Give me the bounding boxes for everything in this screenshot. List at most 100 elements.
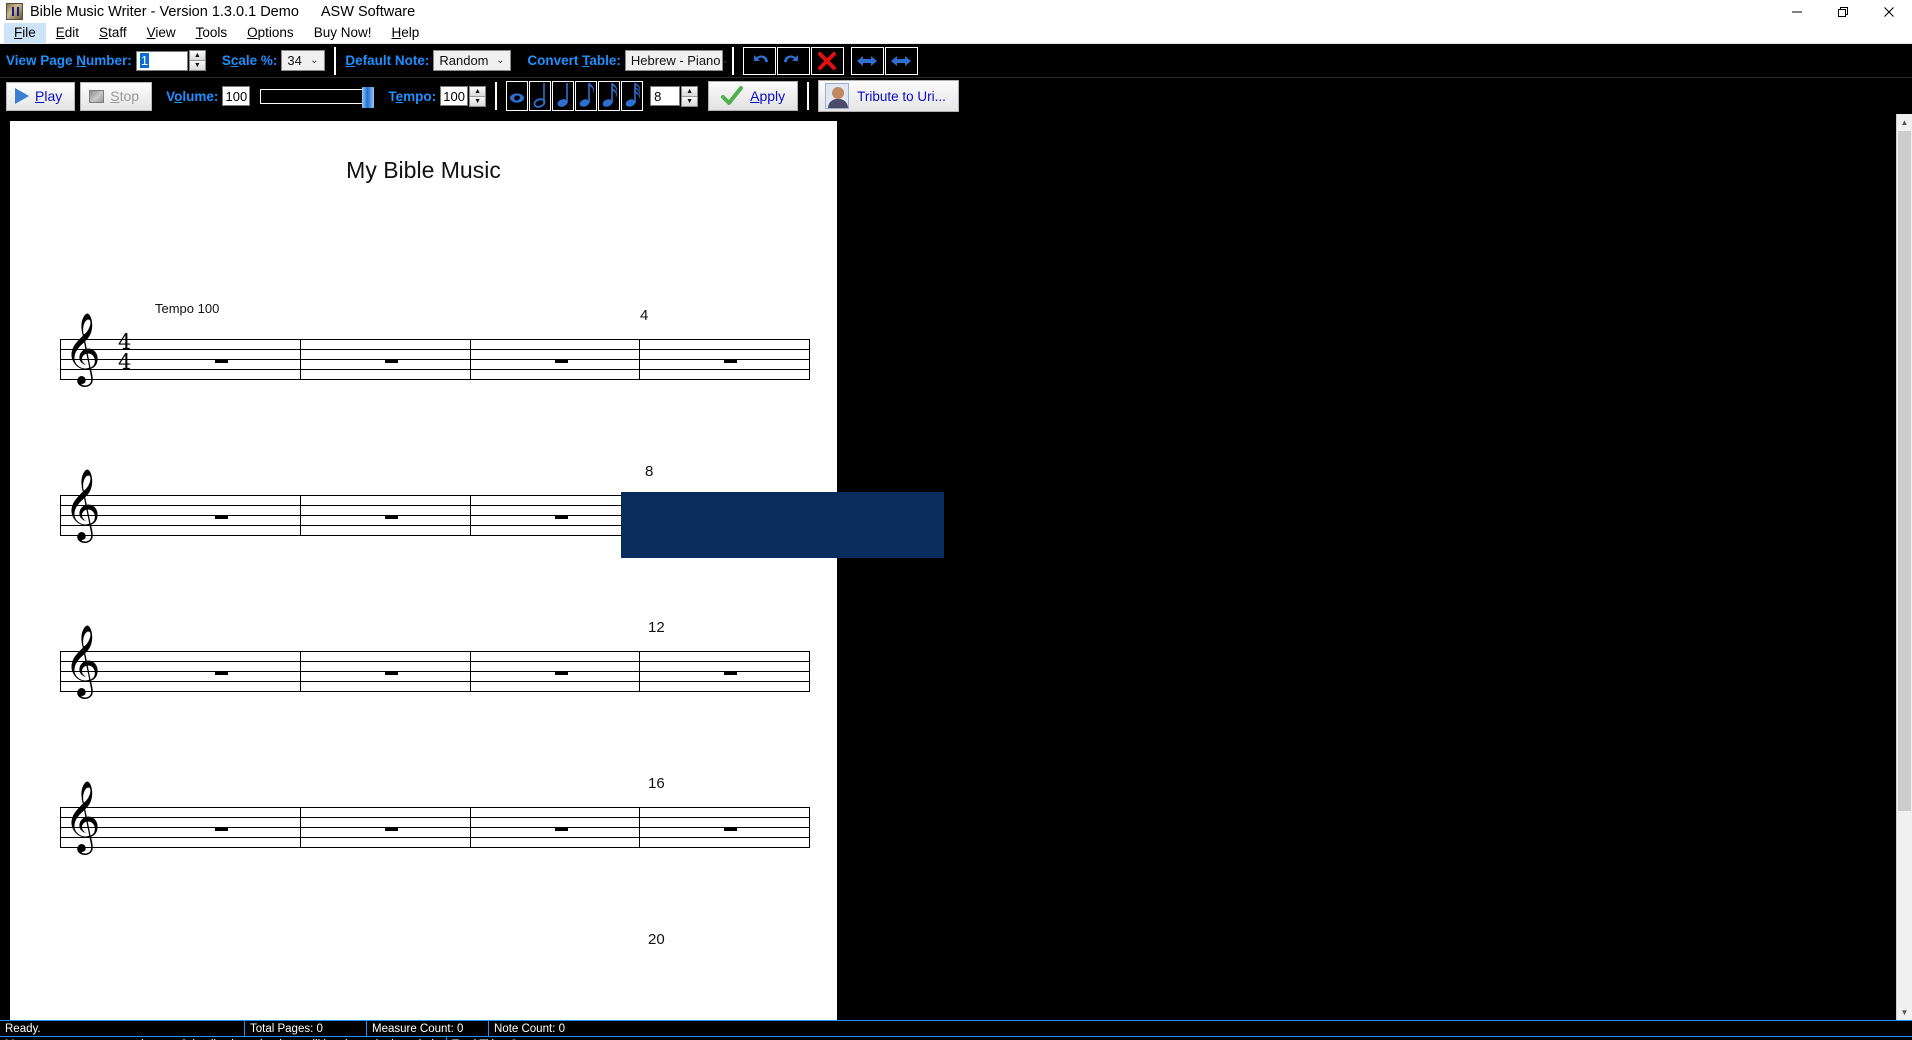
measure-number-1: 4 [640,307,649,324]
rest[interactable] [385,827,398,831]
note-quarter-button[interactable] [552,81,575,111]
spinner-down-icon[interactable]: ▼ [682,96,698,106]
status-ready: Ready. [0,1020,245,1037]
check-icon [721,86,744,105]
staff[interactable]: 𝄞 [60,629,810,697]
rest[interactable] [724,827,737,831]
volume-input[interactable]: 100 [222,86,251,106]
staff[interactable]: 𝄞 [60,785,810,853]
menu-item-tools[interactable]: Tools [186,23,238,43]
treble-clef-icon: 𝄞 [64,467,101,540]
volume-label: Volume: [166,88,219,104]
tribute-button[interactable]: Tribute to Uri... [818,80,959,112]
treble-clef-icon: 𝄞 [64,623,101,696]
note-half-button[interactable] [529,81,552,111]
play-label: Play [35,88,63,104]
scroll-down-icon[interactable]: ▼ [1897,1004,1912,1020]
play-button[interactable]: Play [6,81,76,111]
vertical-scrollbar[interactable]: ▲ ▼ [1896,114,1912,1020]
half-note-icon [533,83,546,108]
score-page[interactable]: My Bible Music Tempo 100 4 𝄞 4 4 8 𝄞 12 … [10,121,837,1020]
scale-combo[interactable]: 34 ⌄ [281,50,326,71]
apply-button[interactable]: Apply [708,81,799,111]
close-icon[interactable] [1866,0,1912,23]
staff-system-3[interactable]: 12 𝄞 [60,619,810,697]
toolbar-separator [334,46,337,75]
selection-highlight[interactable] [621,492,944,558]
spinner-down-icon[interactable]: ▼ [189,61,205,70]
note-thirtysecond-button[interactable] [621,81,644,111]
minimize-icon[interactable] [1774,0,1820,23]
rest[interactable] [555,671,568,675]
default-note-value: Random [439,53,489,68]
tempo-spinner[interactable]: ▲ ▼ [469,85,487,107]
measure-number-4: 16 [648,775,665,792]
expand-button[interactable] [884,46,918,75]
stop-label: Stop [110,88,140,104]
spinner-down-icon[interactable]: ▼ [470,96,486,106]
view-page-number-spinner[interactable]: ▲ ▼ [188,50,206,71]
default-note-combo[interactable]: Random ⌄ [433,50,512,71]
tempo-input[interactable]: 100 [440,86,469,106]
convert-table-combo[interactable]: Hebrew - Piano ⌄ [624,50,729,71]
redo-arrow-icon [784,54,799,62]
scrollbar-thumb[interactable] [1898,131,1911,811]
document-canvas[interactable]: My Bible Music Tempo 100 4 𝄞 4 4 8 𝄞 12 … [0,114,1912,1020]
rest[interactable] [215,827,228,831]
menu-item-help[interactable]: Help [381,23,429,43]
scroll-up-icon[interactable]: ▲ [1897,114,1912,130]
staff-system-1[interactable]: 4 𝄞 4 4 [60,307,810,385]
chevron-down-icon[interactable]: ⌄ [306,55,322,66]
menu-item-edit[interactable]: Edit [46,23,89,43]
rest[interactable] [215,515,228,519]
quarter-note-icon [557,83,568,107]
status-note-count: Note Count: 0 [494,1022,565,1035]
menu-item-view[interactable]: View [137,23,186,43]
menu-item-file[interactable]: FFileile [4,23,46,43]
rest[interactable] [555,827,568,831]
note-count-input[interactable]: 8 [650,86,681,106]
rest[interactable] [215,359,228,363]
rest[interactable] [724,359,737,363]
volume-slider-knob[interactable] [362,86,375,108]
note-whole-button[interactable] [506,81,529,111]
staff[interactable]: 𝄞 4 4 [60,317,810,385]
whole-note-icon [510,93,525,103]
sixteenth-note-icon [602,83,618,107]
status-bar-primary: Ready. Total Pages: 0 Measure Count: 0 N… [0,1020,1912,1037]
rest[interactable] [385,359,398,363]
spinner-up-icon[interactable]: ▲ [189,51,205,61]
fit-width-button[interactable] [850,46,884,75]
view-page-number-input[interactable]: 1 [135,50,188,71]
staff-system-4[interactable]: 16 𝄞 [60,775,810,853]
spinner-up-icon[interactable]: ▲ [470,86,486,97]
note-sixteenth-button[interactable] [598,81,621,111]
status-total-time: Total Time: 0 [447,1037,1912,1040]
rest[interactable] [385,671,398,675]
menu-item-options[interactable]: Options [237,23,304,43]
chevron-down-icon[interactable]: ⌄ [721,55,729,66]
menu-item-buy-now[interactable]: Buy Now! [304,23,382,43]
chevron-down-icon[interactable]: ⌄ [492,55,508,66]
menu-bar: FFileile Edit Staff View Tools Options B… [0,23,1912,44]
rest[interactable] [724,671,737,675]
window-controls [1774,0,1912,23]
redo-button[interactable] [776,46,810,75]
view-page-number-label: View Page Number: [6,53,132,68]
rest[interactable] [555,515,568,519]
treble-clef-icon: 𝄞 [64,779,101,852]
menu-item-staff[interactable]: Staff [89,23,137,43]
spinner-up-icon[interactable]: ▲ [682,86,698,97]
undo-button[interactable] [742,46,776,75]
note-count-spinner[interactable]: ▲ ▼ [681,85,699,107]
stop-button[interactable]: Stop [80,81,153,111]
measure-number-5: 20 [648,931,665,948]
volume-slider[interactable] [260,86,375,108]
rest[interactable] [555,359,568,363]
rest[interactable] [385,515,398,519]
convert-table-label: Convert Table: [527,53,621,68]
restore-icon[interactable] [1820,0,1866,23]
rest[interactable] [215,671,228,675]
delete-button[interactable] [810,46,844,75]
note-eighth-button[interactable] [575,81,598,111]
